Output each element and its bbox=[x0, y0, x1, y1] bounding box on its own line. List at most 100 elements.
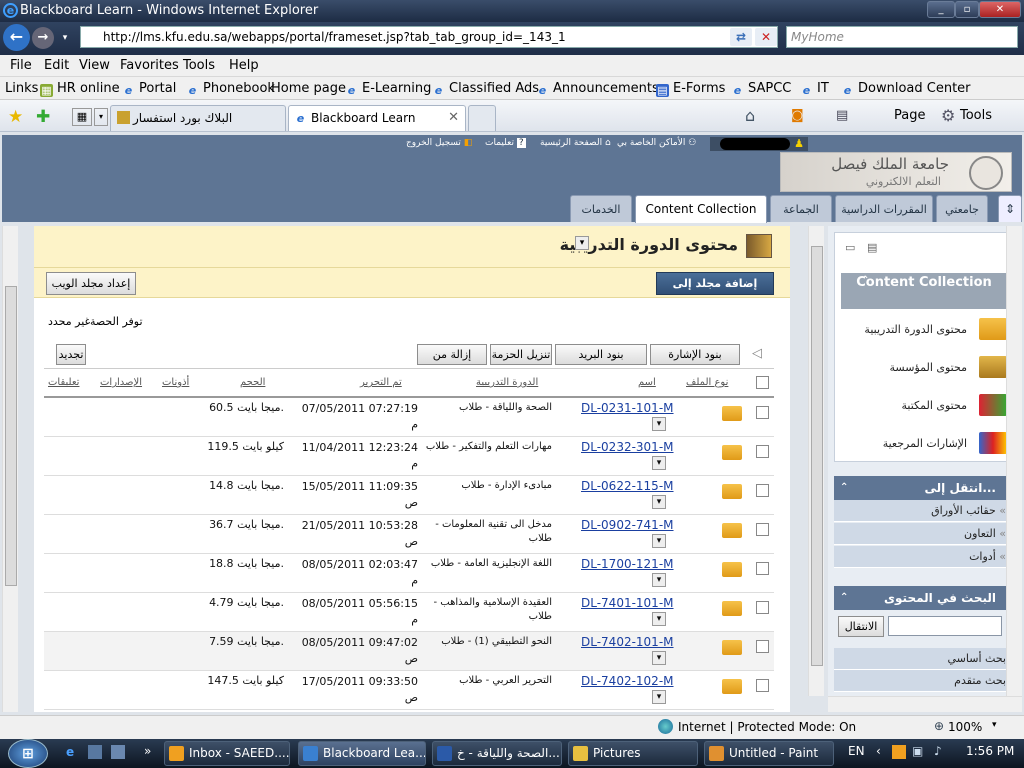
tab-my-institution[interactable]: جامعتي bbox=[936, 195, 988, 222]
link-classified-ads[interactable]: e Classified Ads bbox=[432, 81, 539, 97]
folder-link[interactable]: DL-0232-301-M bbox=[581, 440, 674, 454]
language-indicator[interactable]: EN bbox=[848, 744, 865, 758]
content-search-input[interactable] bbox=[888, 616, 1002, 636]
nav-institution-content[interactable]: محتوى المؤسسة bbox=[835, 353, 1015, 383]
row-checkbox[interactable] bbox=[756, 679, 769, 692]
tray-outlook-icon[interactable] bbox=[892, 745, 906, 759]
goto-tools[interactable]: أدوات « bbox=[834, 546, 1018, 568]
close-tab-icon[interactable]: ✕ bbox=[448, 106, 459, 130]
email-items-button[interactable]: بنود البريد الإلكتروني bbox=[555, 344, 647, 380]
recent-pages-dropdown-icon[interactable]: ▾ bbox=[58, 31, 72, 45]
taskbar-paint[interactable]: Untitled - Paint bbox=[704, 741, 834, 766]
row-options-dropdown[interactable]: ▾ bbox=[652, 417, 666, 431]
home-icon[interactable]: ⌂ bbox=[745, 106, 755, 125]
folder-link[interactable]: DL-0622-115-M bbox=[581, 479, 674, 493]
print-icon[interactable]: ▤ bbox=[836, 108, 848, 123]
search-box[interactable]: MyHome bbox=[786, 26, 1018, 48]
tab-community[interactable]: الجماعة bbox=[770, 195, 832, 222]
tools-menu[interactable]: Tools bbox=[960, 108, 992, 123]
col-file-type[interactable]: نوع الملف bbox=[686, 377, 728, 388]
folder-view-icon[interactable]: ▭ bbox=[845, 241, 855, 254]
network-icon[interactable]: ▣ bbox=[912, 744, 923, 758]
download-package-button[interactable]: تنزيل الحزمة bbox=[490, 344, 552, 365]
content-scrollbar[interactable] bbox=[808, 226, 824, 696]
tab-content-collection[interactable]: Content Collection bbox=[635, 195, 767, 223]
left-scrollbar[interactable] bbox=[2, 226, 18, 712]
quicklaunch-overflow-icon[interactable]: » bbox=[144, 744, 151, 758]
search-go-button[interactable]: الانتقال bbox=[838, 616, 884, 637]
forward-button[interactable]: → bbox=[32, 27, 54, 49]
taskbar-pictures[interactable]: Pictures bbox=[568, 741, 698, 766]
my-places-link[interactable]: الأماكن الخاصة بي ⚇ bbox=[617, 138, 696, 148]
link-sapcc[interactable]: e SAPCC bbox=[731, 81, 792, 97]
stop-icon[interactable]: ✕ bbox=[755, 28, 777, 46]
scroll-thumb[interactable] bbox=[5, 286, 17, 586]
link-it[interactable]: e IT bbox=[800, 81, 829, 97]
row-checkbox[interactable] bbox=[756, 523, 769, 536]
home-link[interactable]: الصفحة الرئيسية ⌂ bbox=[540, 138, 611, 148]
menu-favorites[interactable]: Favorites bbox=[120, 58, 179, 73]
folder-link[interactable]: DL-7402-101-M bbox=[581, 635, 674, 649]
taskbar-word-doc[interactable]: الصحة واللياقة - خ... bbox=[432, 741, 562, 766]
row-options-dropdown[interactable]: ▾ bbox=[652, 651, 666, 665]
goto-header[interactable]: ⌃ انتقل إلى... bbox=[834, 476, 1018, 500]
row-options-dropdown[interactable]: ▾ bbox=[652, 495, 666, 509]
goto-collaboration[interactable]: التعاون « bbox=[834, 523, 1018, 545]
link-download-center[interactable]: e Download Center bbox=[841, 81, 971, 97]
zoom-dropdown-icon[interactable]: ▾ bbox=[992, 720, 997, 730]
row-checkbox[interactable] bbox=[756, 406, 769, 419]
maximize-button[interactable]: ▫ bbox=[955, 1, 979, 18]
link-portal[interactable]: e Portal bbox=[122, 81, 177, 97]
link-hr-online[interactable]: ▦ HR online bbox=[40, 81, 120, 97]
setup-web-folder-button[interactable]: إعداد مجلد الويب bbox=[46, 272, 136, 295]
row-options-dropdown[interactable]: ▾ bbox=[652, 534, 666, 548]
col-size[interactable]: الحجم bbox=[240, 377, 265, 388]
start-button[interactable]: ⊞ bbox=[8, 739, 48, 768]
add-folder-button[interactable]: إضافة مجلد إلى العرض bbox=[656, 272, 774, 311]
add-favorite-icon[interactable]: ✚ bbox=[36, 107, 50, 127]
select-all-checkbox[interactable] bbox=[756, 376, 769, 389]
col-modified[interactable]: تم التحرير bbox=[360, 377, 402, 388]
row-options-dropdown[interactable]: ▾ bbox=[652, 690, 666, 704]
security-zone[interactable]: Internet | Protected Mode: On bbox=[678, 720, 856, 734]
tab-blackboard-learn[interactable]: e Blackboard Learn ✕ bbox=[288, 105, 466, 131]
advanced-search-link[interactable]: بحث متقدم bbox=[834, 670, 1018, 692]
col-comments[interactable]: تعليقات bbox=[48, 377, 79, 388]
folder-link[interactable]: DL-7402-102-M bbox=[581, 674, 674, 688]
minimize-button[interactable]: _ bbox=[927, 1, 955, 18]
menu-view[interactable]: View bbox=[79, 58, 110, 73]
remove-from-view-button[interactable]: إزالة من العرض bbox=[417, 344, 487, 380]
tab-services[interactable]: الخدمات bbox=[570, 195, 632, 222]
link-e-learning[interactable]: e E-Learning bbox=[345, 81, 432, 97]
menu-tools[interactable]: Tools bbox=[183, 58, 215, 73]
goto-portfolios[interactable]: حقائب الأوراق « bbox=[834, 500, 1018, 522]
bookmark-items-button[interactable]: بنود الإشارة المرجعية bbox=[650, 344, 740, 380]
switch-windows-icon[interactable] bbox=[111, 745, 125, 759]
col-name[interactable]: اسم bbox=[638, 377, 656, 388]
folder-link[interactable]: DL-1700-121-M bbox=[581, 557, 674, 571]
feeds-icon[interactable]: ◙ bbox=[791, 108, 804, 123]
menu-file[interactable]: File bbox=[10, 58, 32, 73]
col-versions[interactable]: الإصدارات bbox=[100, 377, 142, 388]
back-button[interactable]: ← bbox=[3, 24, 30, 51]
row-options-dropdown[interactable]: ▾ bbox=[652, 573, 666, 587]
collapse-icon[interactable]: ⌃ bbox=[861, 273, 869, 289]
tab-bb-inquiry[interactable]: البلاك بورد استفسار bbox=[110, 105, 286, 131]
link-phonebook[interactable]: e Phonebook bbox=[186, 81, 275, 97]
tab-courses[interactable]: المقررات الدراسية bbox=[835, 195, 933, 222]
help-link[interactable]: تعليمات ? bbox=[485, 138, 526, 148]
quick-tabs-icon[interactable]: ▦ bbox=[72, 108, 92, 126]
col-course[interactable]: الدورة التدريبية bbox=[476, 377, 538, 388]
row-checkbox[interactable] bbox=[756, 445, 769, 458]
desktop-icon[interactable] bbox=[88, 745, 102, 759]
expand-icon[interactable]: ⇕ bbox=[998, 195, 1022, 222]
menu-edit[interactable]: Edit bbox=[44, 58, 69, 73]
basic-search-link[interactable]: بحث أساسي bbox=[834, 648, 1018, 670]
link-e-forms[interactable]: ▤ E-Forms bbox=[656, 81, 725, 97]
col-permissions[interactable]: أذونات bbox=[162, 377, 189, 388]
row-checkbox[interactable] bbox=[756, 484, 769, 497]
search-content-header[interactable]: ⌃ البحث في المحتوى bbox=[834, 586, 1018, 610]
clock[interactable]: 1:56 PM bbox=[966, 744, 1014, 758]
zoom-level[interactable]: 100% bbox=[948, 720, 982, 734]
folder-link[interactable]: DL-7401-101-M bbox=[581, 596, 674, 610]
